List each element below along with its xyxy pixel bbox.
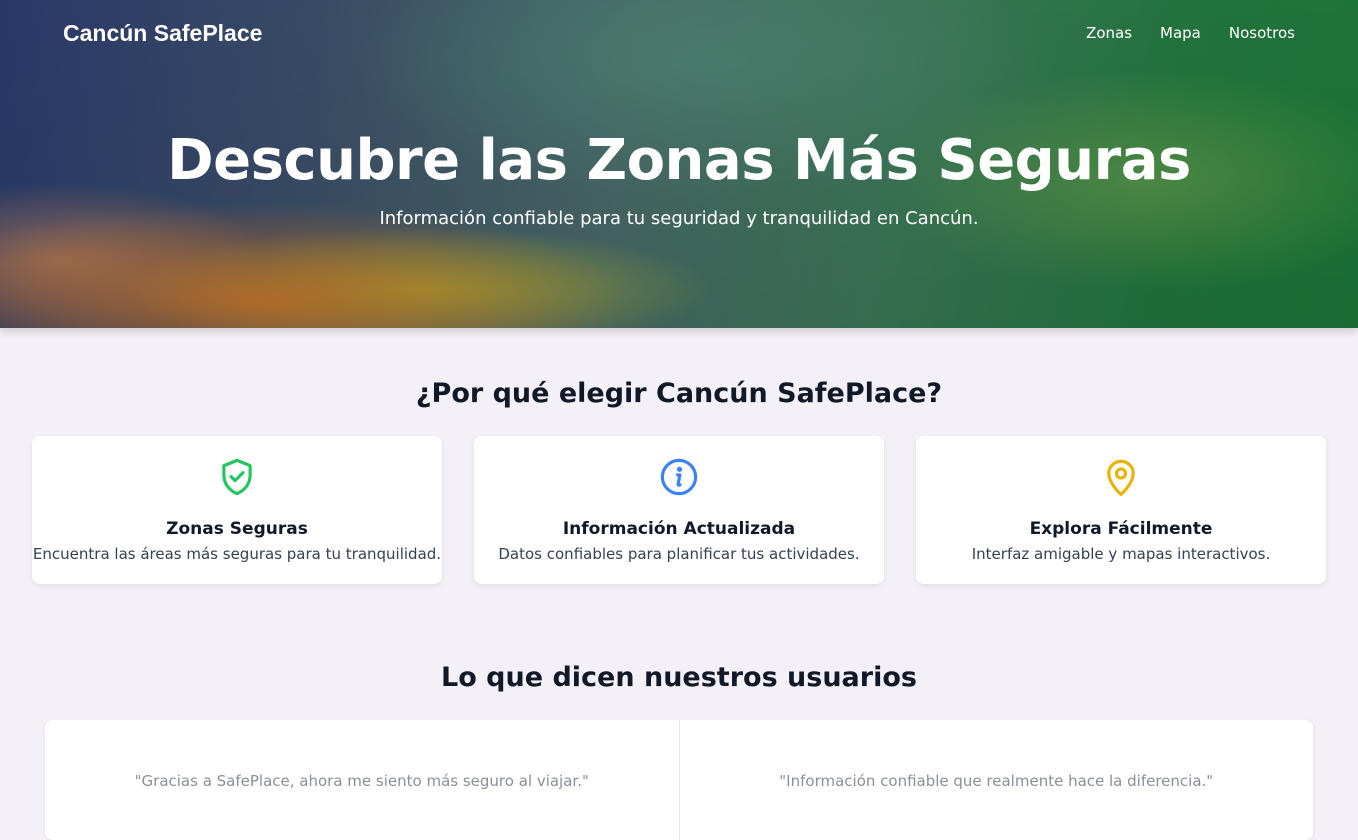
brand-logo[interactable]: Cancún SafePlace — [63, 20, 262, 47]
feature-card-zonas-seguras: Zonas Seguras Encuentra las áreas más se… — [32, 436, 442, 584]
info-icon — [660, 458, 698, 496]
shield-check-icon — [222, 458, 252, 496]
nav-link-mapa[interactable]: Mapa — [1160, 24, 1201, 42]
why-section-title: ¿Por qué elegir Cancún SafePlace? — [415, 378, 943, 409]
features-section: Zonas Seguras Encuentra las áreas más se… — [32, 436, 1326, 584]
feature-description: Encuentra las áreas más seguras para tu … — [32, 545, 442, 563]
hero-title: Descubre las Zonas Más Seguras — [167, 128, 1191, 193]
testimonials-panel: "Gracias a SafePlace, ahora me siento má… — [45, 720, 1313, 840]
testimonial-quote: "Información confiable que realmente hac… — [678, 720, 1314, 840]
top-navbar: Cancún SafePlace Zonas Mapa Nosotros — [0, 0, 1358, 66]
feature-title: Zonas Seguras — [166, 519, 308, 539]
map-pin-icon — [1107, 459, 1135, 497]
feature-card-explora: Explora Fácilmente Interfaz amigable y m… — [916, 436, 1326, 584]
testimonial-quote: "Gracias a SafePlace, ahora me siento má… — [134, 772, 589, 790]
nav-link-nosotros[interactable]: Nosotros — [1229, 24, 1295, 42]
testimonials-section-title: Lo que dicen nuestros usuarios — [441, 662, 917, 693]
hero-banner: Cancún SafePlace Zonas Mapa Nosotros Des… — [0, 0, 1358, 328]
feature-description: Interfaz amigable y mapas interactivos. — [971, 545, 1271, 563]
feature-title: Explora Fácilmente — [1029, 519, 1213, 539]
nav-link-zonas[interactable]: Zonas — [1086, 24, 1132, 42]
feature-description: Datos confiables para planificar tus act… — [498, 545, 860, 563]
nav-links: Zonas Mapa Nosotros — [1086, 24, 1295, 42]
feature-title: Información Actualizada — [562, 519, 796, 539]
feature-card-informacion: Información Actualizada Datos confiables… — [474, 436, 884, 584]
hero-subtitle: Información confiable para tu seguridad … — [379, 208, 979, 229]
